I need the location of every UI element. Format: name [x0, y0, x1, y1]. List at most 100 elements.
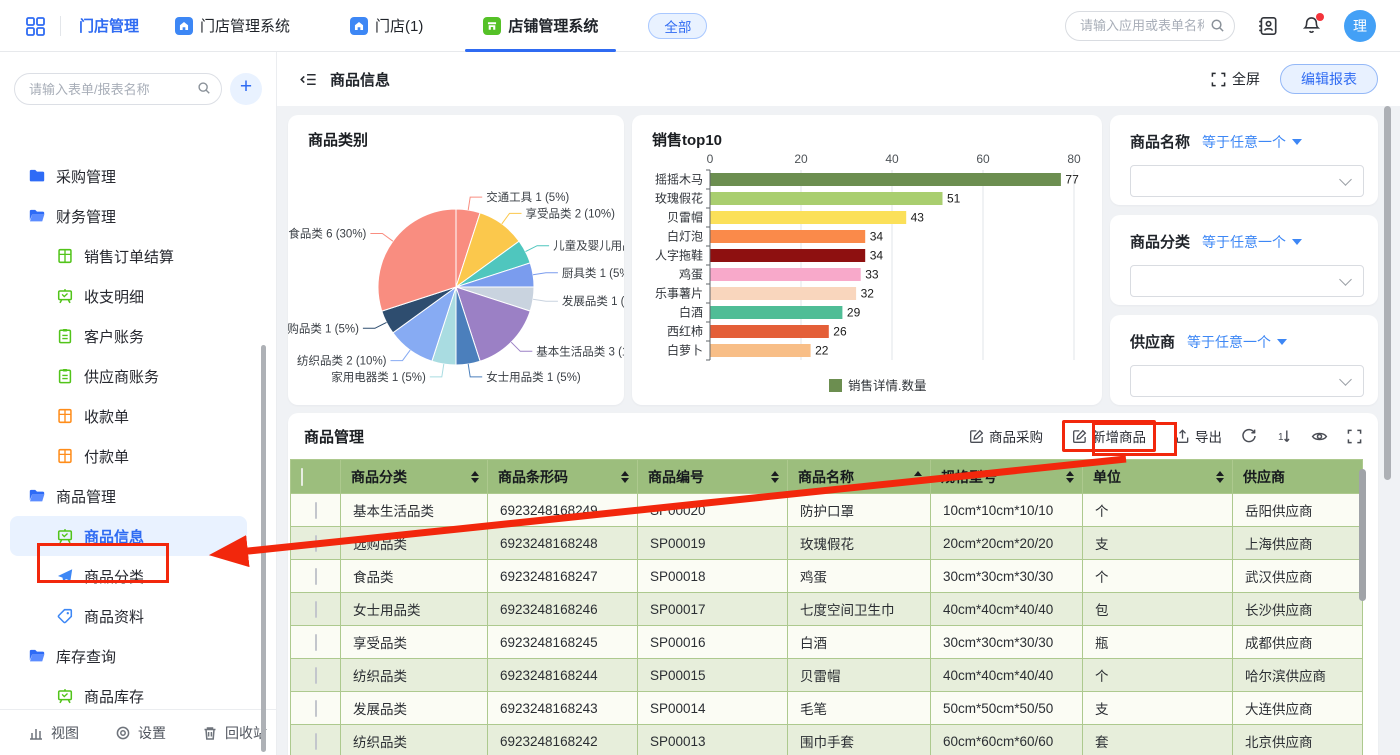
sort-caret-icon[interactable] [615, 471, 629, 483]
edit-report-button[interactable]: 编辑报表 [1280, 64, 1378, 94]
column-header[interactable]: 商品分类 [341, 460, 488, 494]
sort-caret-icon[interactable] [765, 471, 779, 483]
table-row[interactable]: 食品类6923248168247SP00018鸡蛋30cm*30cm*30/30… [291, 560, 1363, 593]
action-button[interactable]: 商品采购 [969, 426, 1043, 446]
sidebar-item[interactable]: 采购管理 [10, 156, 247, 196]
filter-value-select[interactable] [1130, 365, 1364, 397]
table-row[interactable]: 女士用品类6923248168246SP00017七度空间卫生巾40cm*40c… [291, 593, 1363, 626]
sort-caret-icon[interactable] [465, 471, 479, 483]
apps-grid-icon[interactable] [24, 15, 46, 37]
row-checkbox[interactable] [315, 667, 317, 684]
table-cell: 10cm*10cm*10/10 [931, 494, 1083, 527]
recycle-bin-button[interactable]: 回收站 [202, 723, 267, 743]
page-scrollbar[interactable] [1384, 106, 1391, 480]
filter-operator-dropdown[interactable]: 等于任意一个 [1202, 132, 1302, 152]
sort-caret-icon[interactable] [908, 471, 922, 483]
sidebar-item[interactable]: 商品信息 [10, 516, 247, 556]
filter-card: 商品分类等于任意一个 [1110, 215, 1378, 305]
table-cell: SP00020 [638, 494, 788, 527]
table-row[interactable]: 发展品类6923248168243SP00014毛笔50cm*50cm*50/5… [291, 692, 1363, 725]
svg-text:34: 34 [870, 230, 884, 244]
row-checkbox[interactable] [315, 535, 317, 552]
column-header[interactable]: 供应商 [1233, 460, 1363, 494]
svg-text:白酒: 白酒 [679, 305, 703, 320]
sort-icon[interactable]: 1 [1276, 428, 1292, 444]
notifications-icon[interactable] [1301, 15, 1322, 36]
table-fullscreen-icon[interactable] [1347, 429, 1362, 444]
row-checkbox[interactable] [315, 733, 317, 750]
filter-label: 商品名称 [1130, 131, 1190, 152]
contacts-icon[interactable] [1257, 15, 1279, 37]
sidebar-item[interactable]: 商品资料 [10, 596, 247, 636]
svg-text:女士用品类 1 (5%): 女士用品类 1 (5%) [486, 370, 581, 384]
all-apps-badge[interactable]: 全部 [648, 13, 707, 39]
table-row[interactable]: 选购品类6923248168248SP00019玫瑰假花20cm*20cm*20… [291, 527, 1363, 560]
table-cell: 鸡蛋 [788, 560, 931, 593]
svg-text:选购品类 1 (5%): 选购品类 1 (5%) [288, 321, 359, 335]
table-cell: 纺织品类 [341, 659, 488, 692]
folder-open-icon [28, 647, 46, 665]
tab-1[interactable]: 门店管理系统 [151, 0, 314, 52]
sidebar-scrollbar[interactable] [261, 345, 266, 752]
sidebar-item[interactable]: 商品管理 [10, 476, 247, 516]
sidebar-item[interactable]: 客户账务 [10, 316, 247, 356]
table-cell: 纺织品类 [341, 725, 488, 755]
caret-down-icon [1292, 239, 1302, 245]
form-search-input[interactable] [14, 73, 222, 105]
column-header[interactable]: 商品编号 [638, 460, 788, 494]
tag-blue-icon [56, 607, 74, 625]
column-header[interactable]: 商品条形码 [488, 460, 638, 494]
table-cell: 选购品类 [341, 527, 488, 560]
filter-operator-dropdown[interactable]: 等于任意一个 [1187, 332, 1287, 352]
plane-blue-icon [56, 567, 74, 585]
add-product-button[interactable]: 新增商品 [1062, 420, 1156, 452]
filter-value-select[interactable] [1130, 265, 1364, 297]
sidebar-item[interactable]: 财务管理 [10, 196, 247, 236]
row-checkbox[interactable] [315, 634, 317, 651]
table-row[interactable]: 纺织品类6923248168244SP00015贝雷帽40cm*40cm*40/… [291, 659, 1363, 692]
table-cell: 岳阳供应商 [1233, 494, 1363, 527]
action-label: 新增商品 [1092, 426, 1146, 446]
tab-2[interactable]: 门店(1) [326, 0, 447, 52]
filter-operator-dropdown[interactable]: 等于任意一个 [1202, 232, 1302, 252]
workspace-label[interactable]: 门店管理 [79, 15, 139, 36]
sidebar-item[interactable]: 供应商账务 [10, 356, 247, 396]
table-row[interactable]: 基本生活品类6923248168249SP00020防护口罩10cm*10cm*… [291, 494, 1363, 527]
table-cell: 套 [1083, 725, 1233, 755]
row-checkbox[interactable] [315, 502, 317, 519]
sidebar-item[interactable]: 付款单 [10, 436, 247, 476]
table-row[interactable]: 纺织品类6923248168242SP00013围巾手套60cm*60cm*60… [291, 725, 1363, 755]
column-header[interactable]: 单位 [1083, 460, 1233, 494]
column-header[interactable]: 商品名称 [788, 460, 931, 494]
table-scrollbar[interactable] [1359, 469, 1366, 601]
row-checkbox[interactable] [315, 700, 317, 717]
table-cell: 40cm*40cm*40/40 [931, 593, 1083, 626]
table-cell: 6923248168248 [488, 527, 638, 560]
table-cell: 30cm*30cm*30/30 [931, 560, 1083, 593]
row-checkbox[interactable] [315, 601, 317, 618]
sidebar-item[interactable]: 收支明细 [10, 276, 247, 316]
menu-fold-icon[interactable] [299, 70, 318, 89]
filter-value-select[interactable] [1130, 165, 1364, 197]
export-button[interactable]: 导出 [1175, 426, 1222, 446]
select-all-header[interactable] [291, 460, 341, 494]
select-all-checkbox[interactable] [301, 468, 303, 486]
refresh-icon[interactable] [1241, 428, 1257, 444]
views-button[interactable]: 视图 [28, 723, 79, 743]
user-avatar[interactable]: 理 [1344, 10, 1376, 42]
sidebar-item[interactable]: 库存查询 [10, 636, 247, 676]
sidebar-item[interactable]: 收款单 [10, 396, 247, 436]
row-checkbox[interactable] [315, 568, 317, 585]
add-form-button[interactable]: + [230, 73, 262, 105]
settings-button[interactable]: 设置 [115, 723, 166, 743]
visibility-eye-icon[interactable] [1311, 428, 1328, 445]
tab-3[interactable]: 店铺管理系统 [459, 0, 622, 52]
sidebar-item[interactable]: 商品分类 [10, 556, 247, 596]
table-row[interactable]: 享受品类6923248168245SP00016白酒30cm*30cm*30/3… [291, 626, 1363, 659]
table-cell: 食品类 [341, 560, 488, 593]
column-header[interactable]: 规格型号 [931, 460, 1083, 494]
sort-caret-icon[interactable] [1210, 471, 1224, 483]
fullscreen-button[interactable]: 全屏 [1211, 69, 1260, 89]
sidebar-item[interactable]: 销售订单结算 [10, 236, 247, 276]
sort-caret-icon[interactable] [1060, 471, 1074, 483]
